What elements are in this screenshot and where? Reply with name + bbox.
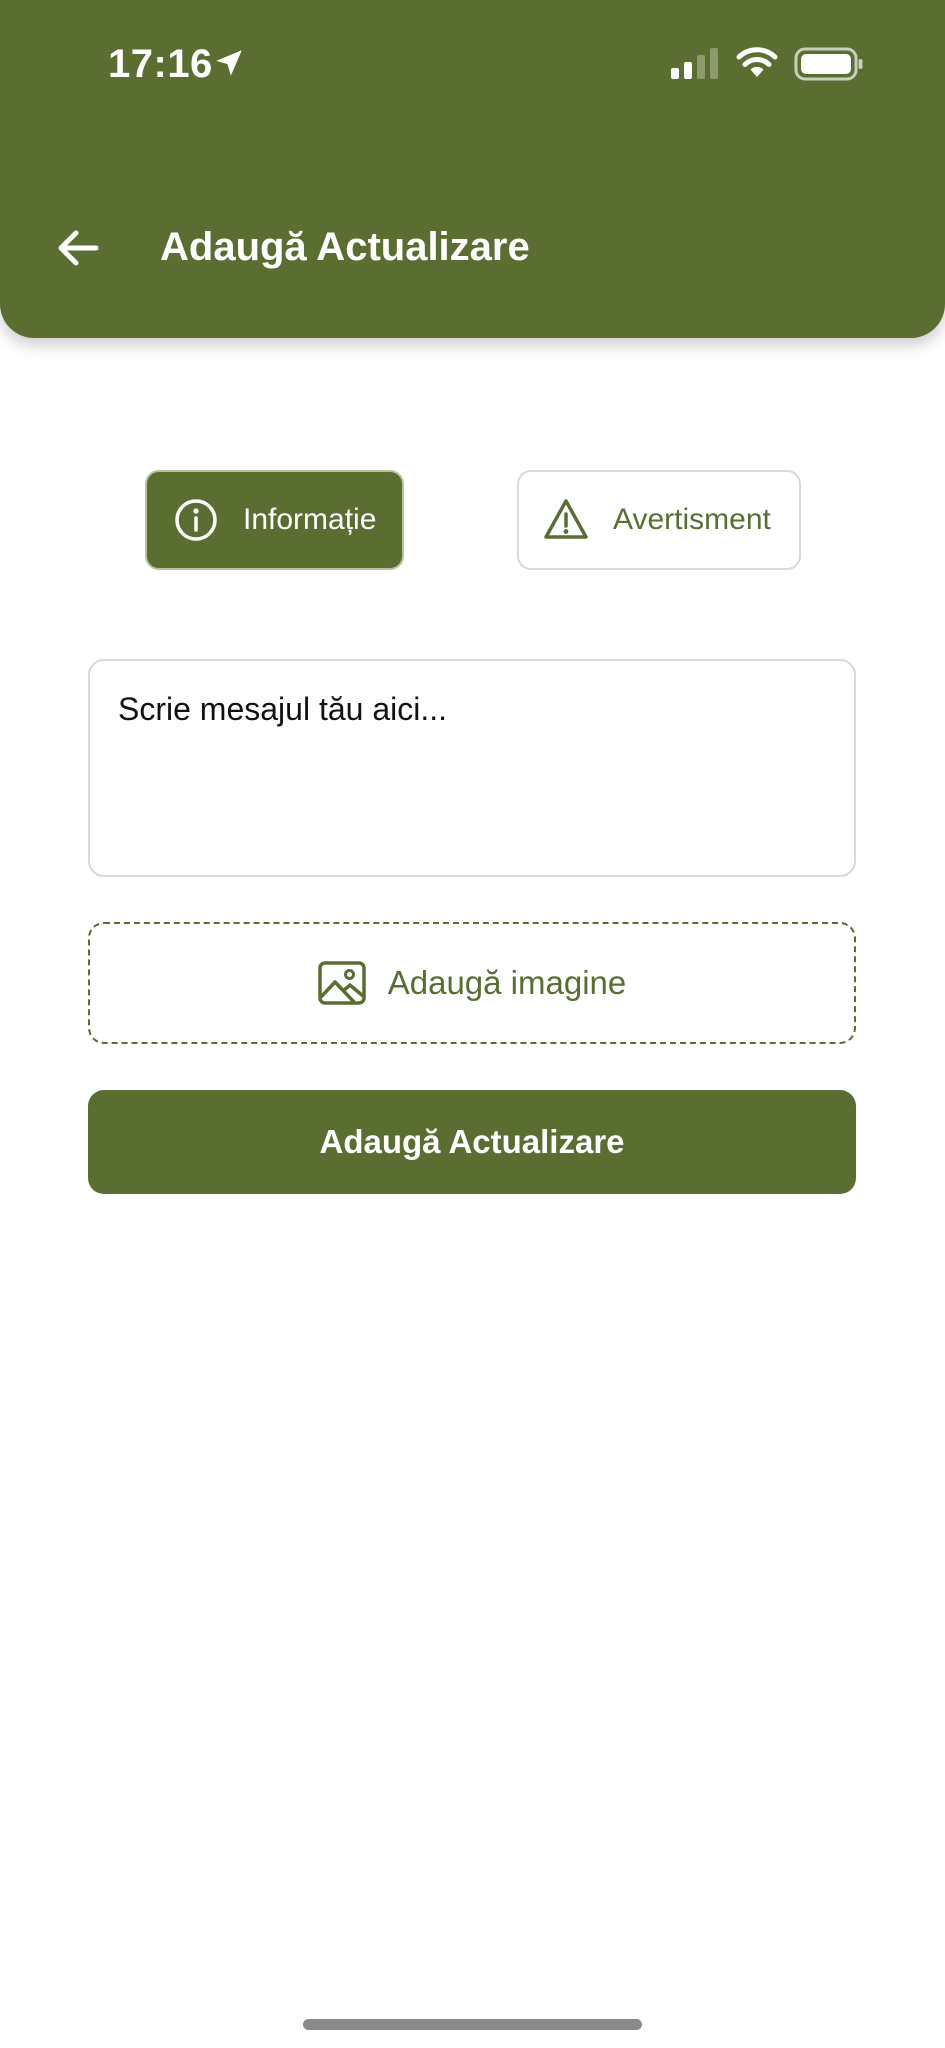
submit-update-button[interactable]: Adaugă Actualizare	[88, 1090, 856, 1194]
location-arrow-icon	[216, 50, 242, 76]
wifi-icon	[736, 47, 778, 77]
home-indicator[interactable]	[303, 2019, 642, 2030]
battery-icon	[794, 47, 863, 81]
app-header: 17:16 Adaugă Actualizare	[0, 0, 945, 338]
info-circle-icon	[175, 499, 217, 541]
image-icon	[317, 961, 366, 1005]
arrow-left-icon	[58, 230, 99, 266]
status-time: 17:16	[108, 42, 213, 86]
add-image-label: Adaugă imagine	[387, 964, 627, 1001]
page-title: Adaugă Actualizare	[160, 225, 530, 269]
message-input[interactable]	[88, 659, 856, 877]
add-update-screen: 17:16 Adaugă Actualizare Informație Aver…	[0, 0, 945, 2048]
submit-update-label: Adaugă Actualizare	[319, 1123, 625, 1160]
info-type-label: Informație	[243, 503, 377, 536]
add-image-button[interactable]: Adaugă imagine	[88, 922, 856, 1044]
info-type-button[interactable]: Informație	[145, 470, 404, 570]
warning-type-label: Avertisment	[613, 503, 771, 536]
warning-triangle-icon	[544, 499, 588, 539]
cellular-signal-icon	[671, 48, 718, 79]
warning-type-button[interactable]: Avertisment	[517, 470, 801, 570]
back-button[interactable]	[52, 222, 104, 274]
